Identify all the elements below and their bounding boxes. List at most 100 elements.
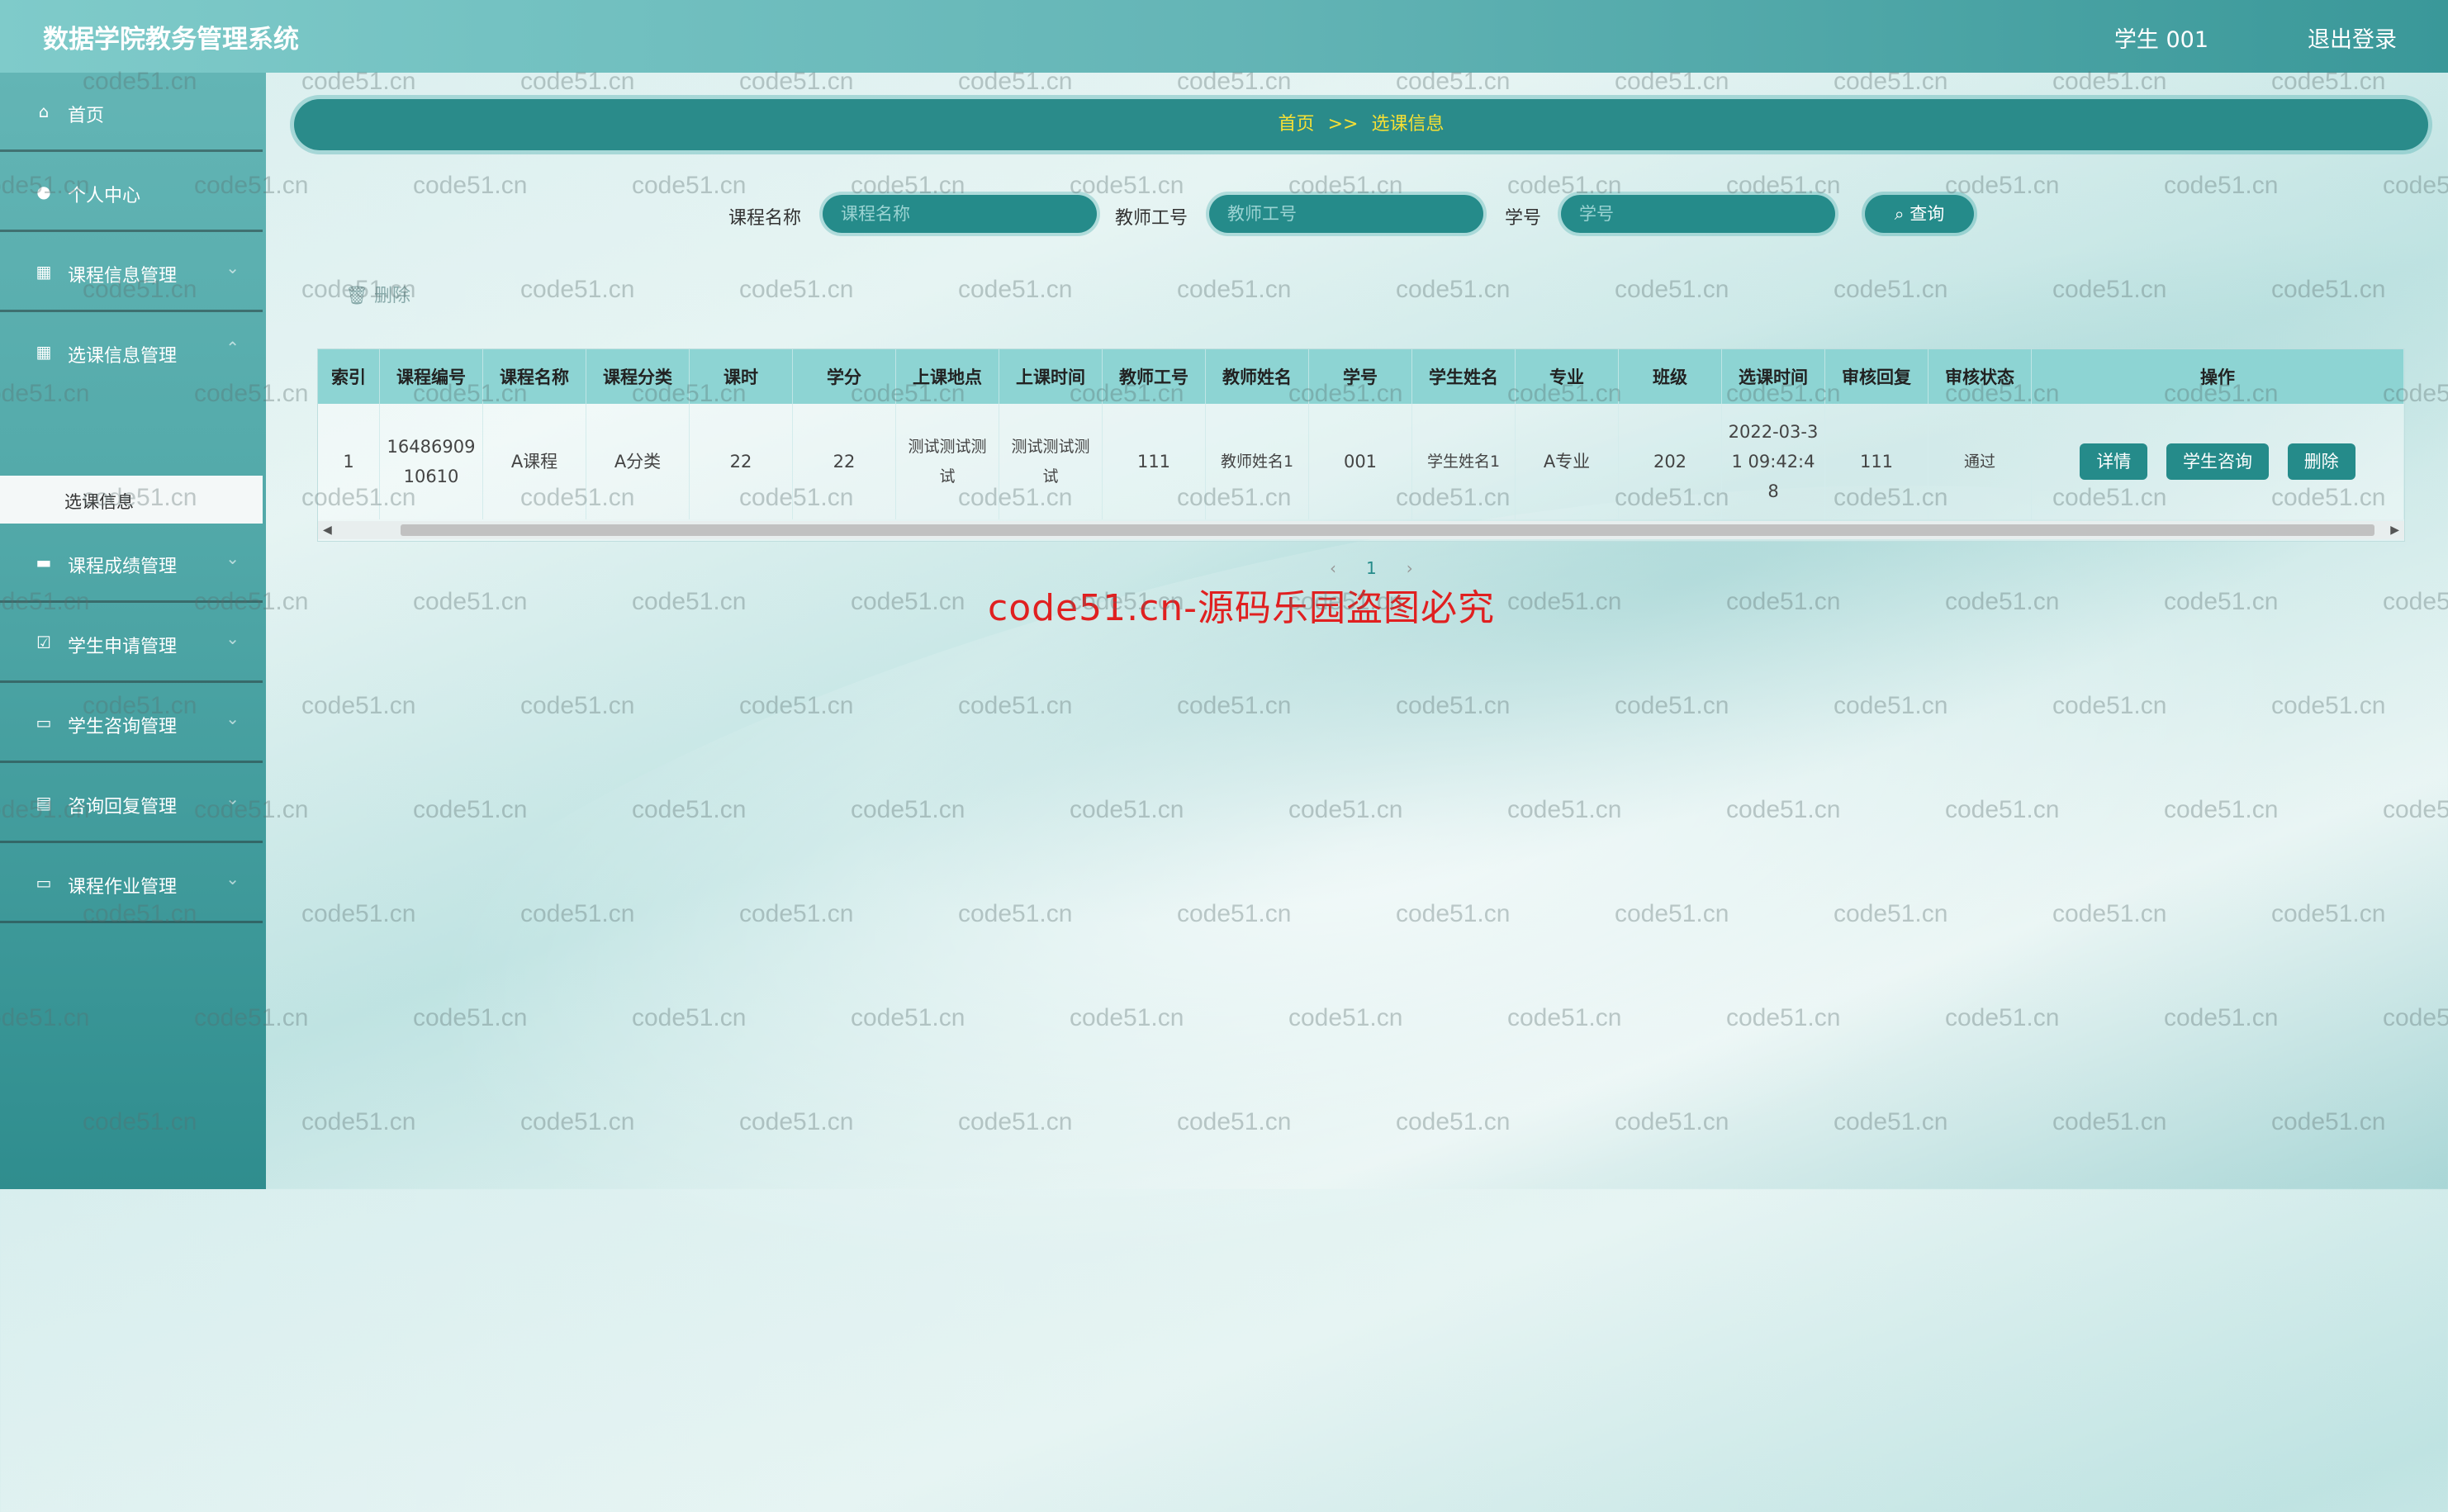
student-id-input[interactable] bbox=[1561, 195, 1835, 233]
cell-teacher-name: 教师姓名1 bbox=[1205, 404, 1309, 519]
cell-hours: 22 bbox=[689, 404, 793, 519]
course-name-input[interactable] bbox=[823, 195, 1097, 233]
sidebar-item-replies[interactable]: ▤ 咨询回复管理 ⌄ bbox=[0, 764, 263, 843]
current-user: 学生 001 bbox=[2114, 27, 2208, 53]
top-bar: 数据学院教务管理系统 学生 001 退出登录 bbox=[0, 0, 2448, 73]
sidebar-item-label: 课程作业管理 bbox=[68, 877, 178, 898]
prev-page-button[interactable]: ‹ bbox=[1330, 558, 1336, 578]
col-header: 审核状态 bbox=[1928, 349, 2032, 404]
watermark-text: code51.cn bbox=[301, 900, 416, 927]
next-page-button[interactable]: › bbox=[1407, 558, 1413, 578]
chevron-down-icon: ⌄ bbox=[225, 258, 240, 277]
monitor-icon: ▭ bbox=[36, 873, 52, 893]
sidebar-item-course-selection[interactable]: ▦ 选课信息管理 ⌃ bbox=[0, 313, 263, 392]
sidebar-item-homework[interactable]: ▭ 课程作业管理 ⌄ bbox=[0, 844, 263, 923]
breadcrumb-separator: >> bbox=[1327, 114, 1359, 135]
app-title: 数据学院教务管理系统 bbox=[43, 25, 299, 55]
search-button[interactable]: ⌕ 查询 bbox=[1865, 195, 1974, 233]
col-header: 专业 bbox=[1515, 349, 1619, 404]
chevron-down-icon: ⌄ bbox=[225, 789, 240, 808]
col-header: 上课时间 bbox=[999, 349, 1103, 404]
cell-index: 1 bbox=[318, 404, 380, 519]
cell-course-id: 1648690910610 bbox=[379, 404, 483, 519]
delete-row-button[interactable]: 删除 bbox=[2287, 443, 2355, 480]
sidebar-item-grades[interactable]: ▬ 课程成绩管理 ⌄ bbox=[0, 524, 263, 603]
watermark-text: code51.cn bbox=[2052, 1108, 2167, 1135]
sidebar-item-label: 首页 bbox=[68, 106, 105, 126]
logout-link[interactable]: 退出登录 bbox=[2308, 21, 2397, 54]
sidebar-item-label: 学生申请管理 bbox=[68, 637, 178, 657]
sidebar-item-profile[interactable]: ● 个人中心 bbox=[0, 153, 263, 232]
sidebar-item-course-info[interactable]: ▦ 课程信息管理 ⌄ bbox=[0, 233, 263, 312]
sidebar-item-label: 课程信息管理 bbox=[68, 266, 178, 287]
col-header: 选课时间 bbox=[1721, 349, 1825, 404]
teacher-id-input[interactable] bbox=[1209, 195, 1483, 233]
col-header: 课时 bbox=[689, 349, 793, 404]
sidebar-item-label: 学生咨询管理 bbox=[68, 717, 178, 737]
monitor-icon: ▭ bbox=[36, 713, 52, 732]
home-icon: ⌂ bbox=[38, 102, 50, 121]
sidebar-item-home[interactable]: ⌂ 首页 bbox=[0, 73, 263, 152]
watermark-text: code51.cn bbox=[958, 276, 1073, 303]
cell-location: 测试测试测试 bbox=[895, 404, 999, 519]
cell-review-reply: 111 bbox=[1824, 404, 1929, 519]
col-header: 班级 bbox=[1618, 349, 1722, 404]
search-button-label: 查询 bbox=[1910, 204, 1945, 224]
sidebar: ⌂ 首页 ● 个人中心 ▦ 课程信息管理 ⌄ ▦ 选课信息管理 ⌃ 选课信息 ▬… bbox=[0, 73, 266, 1189]
scroll-right-icon[interactable]: ▶ bbox=[2390, 521, 2399, 539]
watermark-text: code51.cn bbox=[2164, 172, 2279, 199]
watermark-text: code51.cn bbox=[2383, 1004, 2448, 1031]
scroll-left-icon[interactable]: ◀ bbox=[323, 521, 332, 539]
watermark-text: code51.cn bbox=[520, 692, 635, 719]
sidebar-item-applications[interactable]: ☑ 学生申请管理 ⌄ bbox=[0, 604, 263, 683]
col-header: 操作 bbox=[2031, 349, 2404, 404]
document-icon: ▤ bbox=[36, 793, 52, 813]
consult-button[interactable]: 学生咨询 bbox=[2166, 443, 2269, 480]
watermark-text: code51.cn bbox=[413, 796, 528, 823]
batch-delete-button[interactable]: 🗑 删除 bbox=[345, 281, 410, 307]
col-header: 学生姓名 bbox=[1411, 349, 1516, 404]
batch-delete-label: 删除 bbox=[373, 286, 410, 306]
sidebar-item-label: 课程成绩管理 bbox=[68, 557, 178, 577]
col-header: 审核回复 bbox=[1824, 349, 1929, 404]
horizontal-scrollbar[interactable]: ◀ ▶ bbox=[318, 521, 2404, 539]
scrollbar-thumb[interactable] bbox=[401, 524, 2374, 536]
col-header: 学分 bbox=[792, 349, 896, 404]
table-header-row: 索引 课程编号 课程名称 课程分类 课时 学分 上课地点 上课时间 教师工号 教… bbox=[318, 349, 2404, 404]
watermark-text: code51.cn bbox=[413, 172, 528, 199]
watermark-text: code51.cn bbox=[1615, 276, 1729, 303]
cell-credits: 22 bbox=[792, 404, 896, 519]
cell-review-status: 通过 bbox=[1928, 404, 2032, 519]
grid-icon: ▦ bbox=[36, 262, 52, 282]
chat-icon: ▬ bbox=[36, 552, 52, 572]
col-header: 教师工号 bbox=[1102, 349, 1206, 404]
search-icon: ⌕ bbox=[1894, 204, 1910, 224]
col-header: 学号 bbox=[1308, 349, 1412, 404]
cell-major: A专业 bbox=[1515, 404, 1619, 519]
checkbox-icon: ☑ bbox=[36, 633, 51, 652]
sidebar-item-consultation[interactable]: ▭ 学生咨询管理 ⌄ bbox=[0, 684, 263, 763]
chevron-up-icon: ⌃ bbox=[225, 338, 240, 358]
teacher-id-label: 教师工号 bbox=[1115, 208, 1188, 229]
chevron-down-icon: ⌄ bbox=[225, 628, 240, 648]
cell-actions: 详情 学生咨询 删除 bbox=[2031, 404, 2404, 519]
chevron-down-icon: ⌄ bbox=[225, 709, 240, 728]
page-number[interactable]: 1 bbox=[1366, 558, 1377, 578]
table-row: 1 1648690910610 A课程 A分类 22 22 测试测试测试 测试测… bbox=[318, 404, 2404, 519]
sidebar-subitem-course-selection-info[interactable]: 选课信息 bbox=[0, 476, 263, 524]
watermark-text: code51.cn bbox=[2271, 1108, 2386, 1135]
data-table: 索引 课程编号 课程名称 课程分类 课时 学分 上课地点 上课时间 教师工号 教… bbox=[317, 348, 2405, 542]
watermark-text: code51.cn bbox=[413, 588, 528, 615]
watermark-text: code51.cn bbox=[632, 172, 747, 199]
breadcrumb-home[interactable]: 首页 bbox=[1279, 114, 1315, 135]
student-id-label: 学号 bbox=[1505, 208, 1542, 229]
sidebar-item-label: 咨询回复管理 bbox=[68, 797, 178, 818]
watermark-text: code51.cn bbox=[1177, 276, 1292, 303]
watermark-text: code51.cn bbox=[2383, 172, 2448, 199]
sidebar-subitem-label: 选课信息 bbox=[64, 492, 134, 512]
cell-student-id: 001 bbox=[1308, 404, 1412, 519]
col-header: 索引 bbox=[318, 349, 380, 404]
breadcrumb-current: 选课信息 bbox=[1371, 114, 1445, 135]
sidebar-item-label: 选课信息管理 bbox=[68, 346, 178, 367]
detail-button[interactable]: 详情 bbox=[2080, 443, 2148, 480]
